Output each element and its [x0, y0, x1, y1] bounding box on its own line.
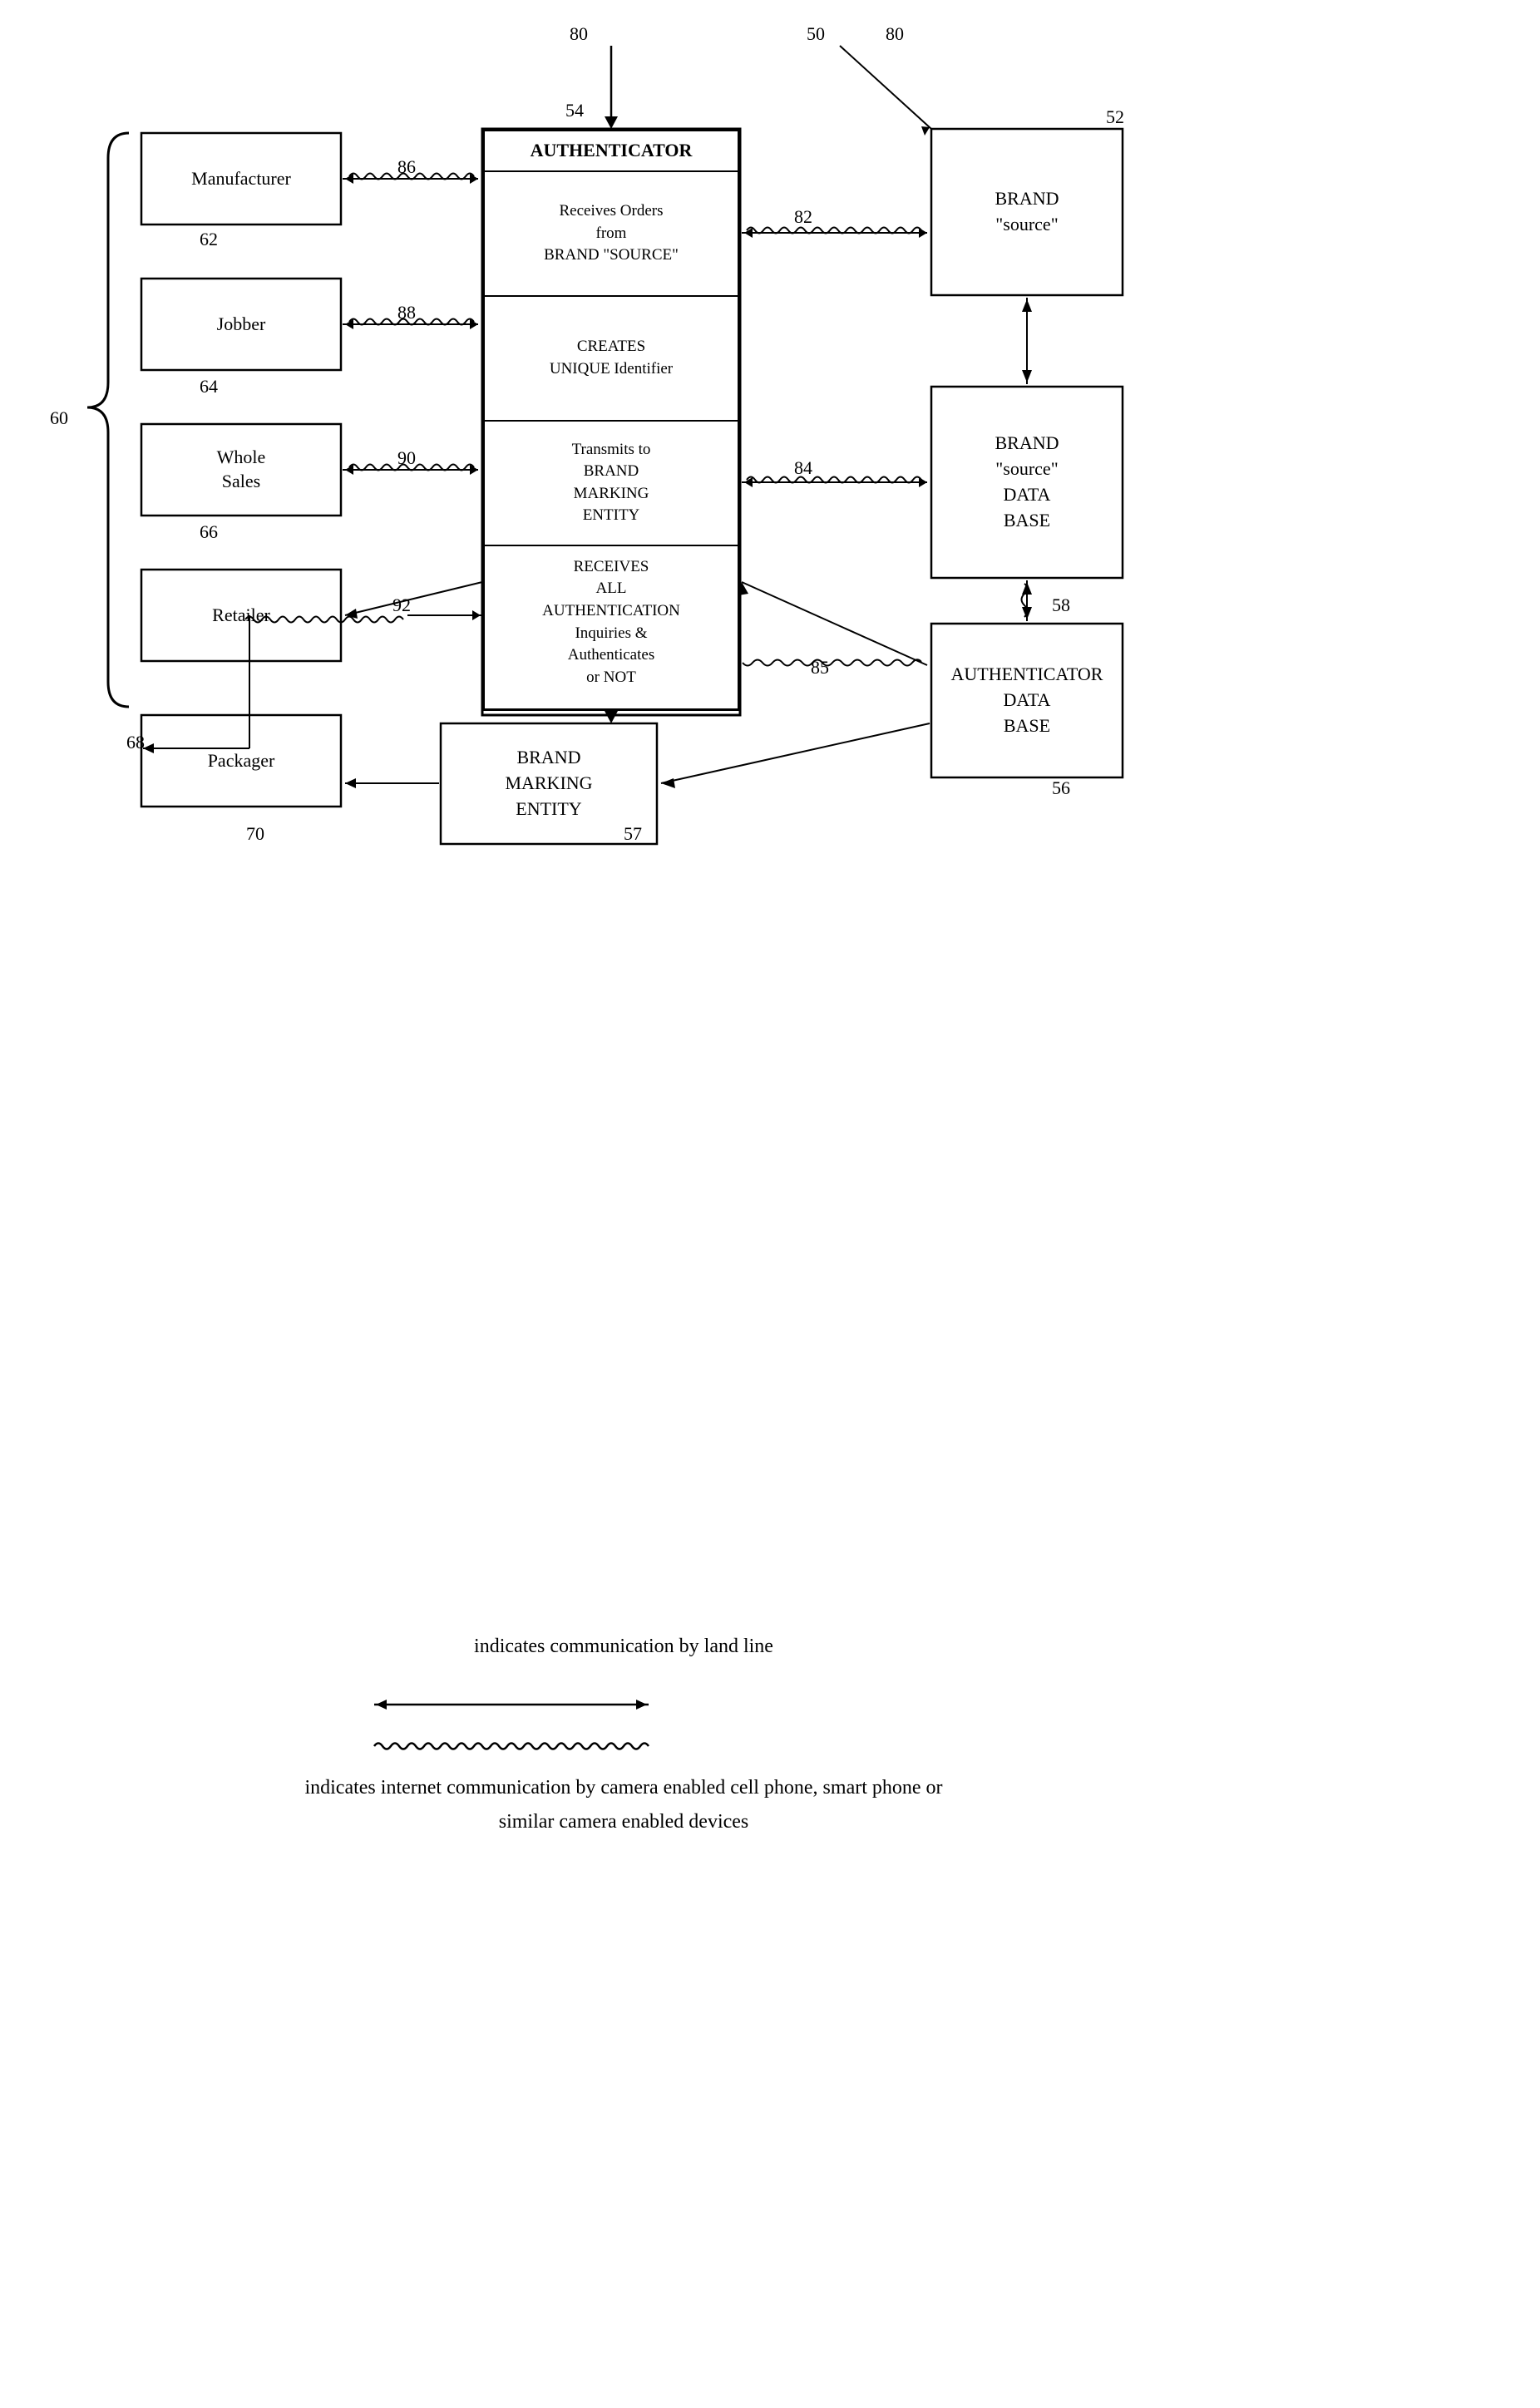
wholesales-label: WholeSales: [141, 424, 341, 516]
auth-section-4: RECEIVESALLAUTHENTICATIONInquiries &Auth…: [485, 546, 738, 699]
ref-52: 52: [1106, 106, 1124, 128]
ref-80-right: 80: [886, 23, 904, 45]
ref-64: 64: [200, 376, 218, 397]
legend: indicates communication by land line: [291, 1630, 956, 1664]
ref-82: 82: [794, 206, 812, 228]
ref-84: 84: [794, 457, 812, 479]
ref-85: 85: [811, 657, 829, 678]
retailer-label: Retailer: [141, 570, 341, 661]
ref-90: 90: [397, 447, 416, 469]
ref-88: 88: [397, 302, 416, 323]
ref-50: 50: [807, 23, 825, 45]
ref-62: 62: [200, 229, 218, 250]
ref-54: 54: [565, 100, 584, 121]
legend-internet: indicates internet communication by came…: [291, 1771, 956, 1839]
packager-label: Packager: [141, 715, 341, 807]
ref-70: 70: [246, 823, 264, 845]
auth-section-2: CREATESUNIQUE Identifier: [485, 297, 738, 422]
brand-source-db-box: BRAND"source"DATABASE: [931, 387, 1123, 578]
manufacturer-label: Manufacturer: [141, 133, 341, 225]
brand-marking-entity-box: BRANDMARKINGENTITY: [441, 723, 657, 844]
jobber-label: Jobber: [141, 279, 341, 370]
ref-60: 60: [50, 407, 68, 429]
authenticator-box: AUTHENTICATOR Receives OrdersfromBRAND "…: [482, 129, 740, 711]
diagram-container: 80 54 50 80 52 86 82 62 88 64 84 90 60 6…: [0, 0, 1540, 2408]
authenticator-db-box: AUTHENTICATORDATABASE: [931, 624, 1123, 777]
ref-80-top: 80: [570, 23, 588, 45]
ref-86: 86: [397, 156, 416, 178]
ref-56: 56: [1052, 777, 1070, 799]
authenticator-title: AUTHENTICATOR: [485, 131, 738, 172]
ref-92: 92: [392, 595, 411, 616]
land-line-desc: indicates communication by land line: [291, 1630, 956, 1664]
ref-66: 66: [200, 521, 218, 543]
ref-58: 58: [1052, 595, 1070, 616]
auth-section-1: Receives OrdersfromBRAND "SOURCE": [485, 172, 738, 297]
auth-section-3: Transmits toBRANDMARKINGENTITY: [485, 422, 738, 546]
internet-desc: indicates internet communication by came…: [291, 1771, 956, 1839]
brand-source-box: BRAND"source": [931, 129, 1123, 295]
